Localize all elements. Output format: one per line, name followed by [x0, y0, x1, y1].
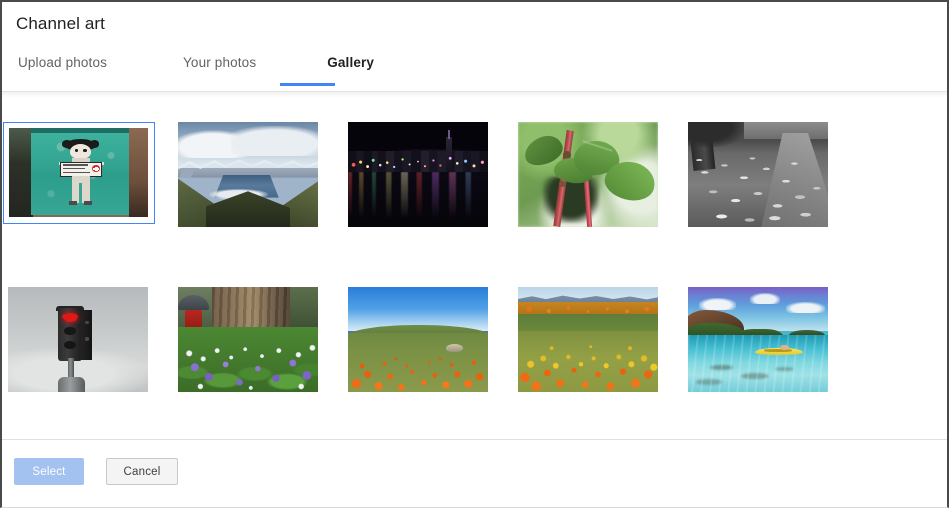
thumbnail-green-leaves-red-stem[interactable]	[518, 122, 658, 227]
city-lights	[348, 153, 488, 173]
water-shimmer	[688, 335, 828, 392]
signal-side-panel	[80, 310, 92, 361]
gallery-item-tropical-lagoon-kayak[interactable]	[683, 287, 835, 392]
housing-bolt	[85, 337, 90, 341]
green-lamp-off	[64, 340, 77, 349]
channel-art-dialog: Channel art Upload photos Your photos Ga…	[0, 0, 949, 508]
thumbnail-mountain-valley-lake[interactable]	[178, 122, 318, 227]
photo-mountain-valley-lake	[178, 122, 318, 227]
photo-tropical-lagoon-kayak	[688, 287, 828, 392]
leaf-bud	[558, 180, 566, 188]
gallery-row	[2, 287, 947, 460]
photo-green-leaves-red-stem	[518, 122, 658, 227]
dialog-header: Channel art Upload photos Your photos Ga…	[2, 2, 947, 90]
photo-street-art-girl-sign	[9, 128, 148, 217]
purple-and-white-blooms	[178, 322, 318, 392]
kayak-cockpit	[763, 349, 792, 352]
active-tab-indicator	[280, 83, 335, 86]
tab-bar: Upload photos Your photos Gallery	[16, 52, 947, 90]
light-reflections	[348, 172, 488, 227]
tab-upload-photos[interactable]: Upload photos	[16, 52, 109, 70]
photo-wildflower-field-mountains	[518, 287, 658, 392]
red-heart-light	[64, 313, 77, 322]
sign-text-line	[63, 168, 86, 170]
gallery-item-traffic-light-red-heart[interactable]	[3, 287, 155, 392]
brick-building-right	[128, 128, 148, 217]
footer-button-row: Select Cancel	[2, 440, 947, 485]
thumbnail-fallen-leaves-bw[interactable]	[688, 122, 828, 227]
gallery-item-wildflower-field-mountains[interactable]	[513, 287, 665, 392]
select-button[interactable]: Select	[14, 458, 84, 485]
gallery-item-fallen-leaves-bw[interactable]	[683, 122, 835, 227]
sign-text-line	[63, 171, 90, 174]
dialog-footer: Select Cancel	[2, 440, 947, 507]
gallery-item-night-city-skyline[interactable]	[343, 122, 495, 227]
gallery-item-purple-flowers-tree[interactable]	[173, 287, 325, 392]
thumbnail-night-city-skyline[interactable]	[348, 122, 488, 227]
sign-text-line	[63, 164, 89, 166]
kayaker	[780, 344, 789, 350]
thumbnail-purple-flowers-tree[interactable]	[178, 287, 318, 392]
tree-foliage-left	[9, 128, 33, 217]
rock	[446, 343, 463, 353]
tower-spire	[447, 130, 450, 139]
scattered-leaves	[688, 138, 828, 227]
page-title: Channel art	[16, 14, 105, 33]
thumbnail-traffic-light-red-heart[interactable]	[8, 287, 148, 392]
gallery-item-green-leaves-red-stem[interactable]	[513, 122, 665, 227]
thumbnail-wildflower-field-mountains[interactable]	[518, 287, 658, 392]
cancel-button[interactable]: Cancel	[106, 458, 178, 485]
shoe-right	[84, 200, 93, 205]
photo-traffic-light-red-heart	[8, 287, 148, 392]
thumbnail-street-art-girl-sign[interactable]	[9, 128, 148, 217]
cloud	[699, 297, 736, 311]
tab-your-photos[interactable]: Your photos	[181, 52, 258, 70]
photo-orange-poppy-hillside	[348, 287, 488, 392]
orange-poppies	[348, 333, 488, 392]
cross-stroke-horizontal	[92, 168, 100, 170]
tab-gallery[interactable]: Gallery	[325, 52, 376, 70]
cloud	[786, 301, 826, 314]
orange-and-yellow-flowers	[518, 318, 658, 392]
face	[70, 144, 91, 160]
thumbnail-tropical-lagoon-kayak[interactable]	[688, 287, 828, 392]
wall-top-edge	[31, 128, 132, 134]
gallery-row	[2, 120, 947, 290]
pole-base	[58, 377, 85, 392]
cloud	[231, 126, 318, 156]
photo-night-city-skyline	[348, 122, 488, 227]
gallery-grid	[2, 98, 947, 438]
housing-bolt	[85, 320, 90, 324]
umbrella	[178, 295, 209, 311]
cloud	[749, 293, 781, 304]
gallery-item-orange-poppy-hillside[interactable]	[343, 287, 495, 392]
thumbnail-orange-poppy-hillside[interactable]	[348, 287, 488, 392]
photo-fallen-leaves-bw	[688, 122, 828, 227]
shoe-left	[68, 200, 78, 205]
gallery-item-mountain-valley-lake[interactable]	[173, 122, 325, 227]
photo-purple-flowers-tree	[178, 287, 318, 392]
eye-right	[83, 149, 87, 153]
leg-gap	[79, 183, 83, 203]
gallery-item-street-art-girl-sign[interactable]	[3, 122, 155, 226]
